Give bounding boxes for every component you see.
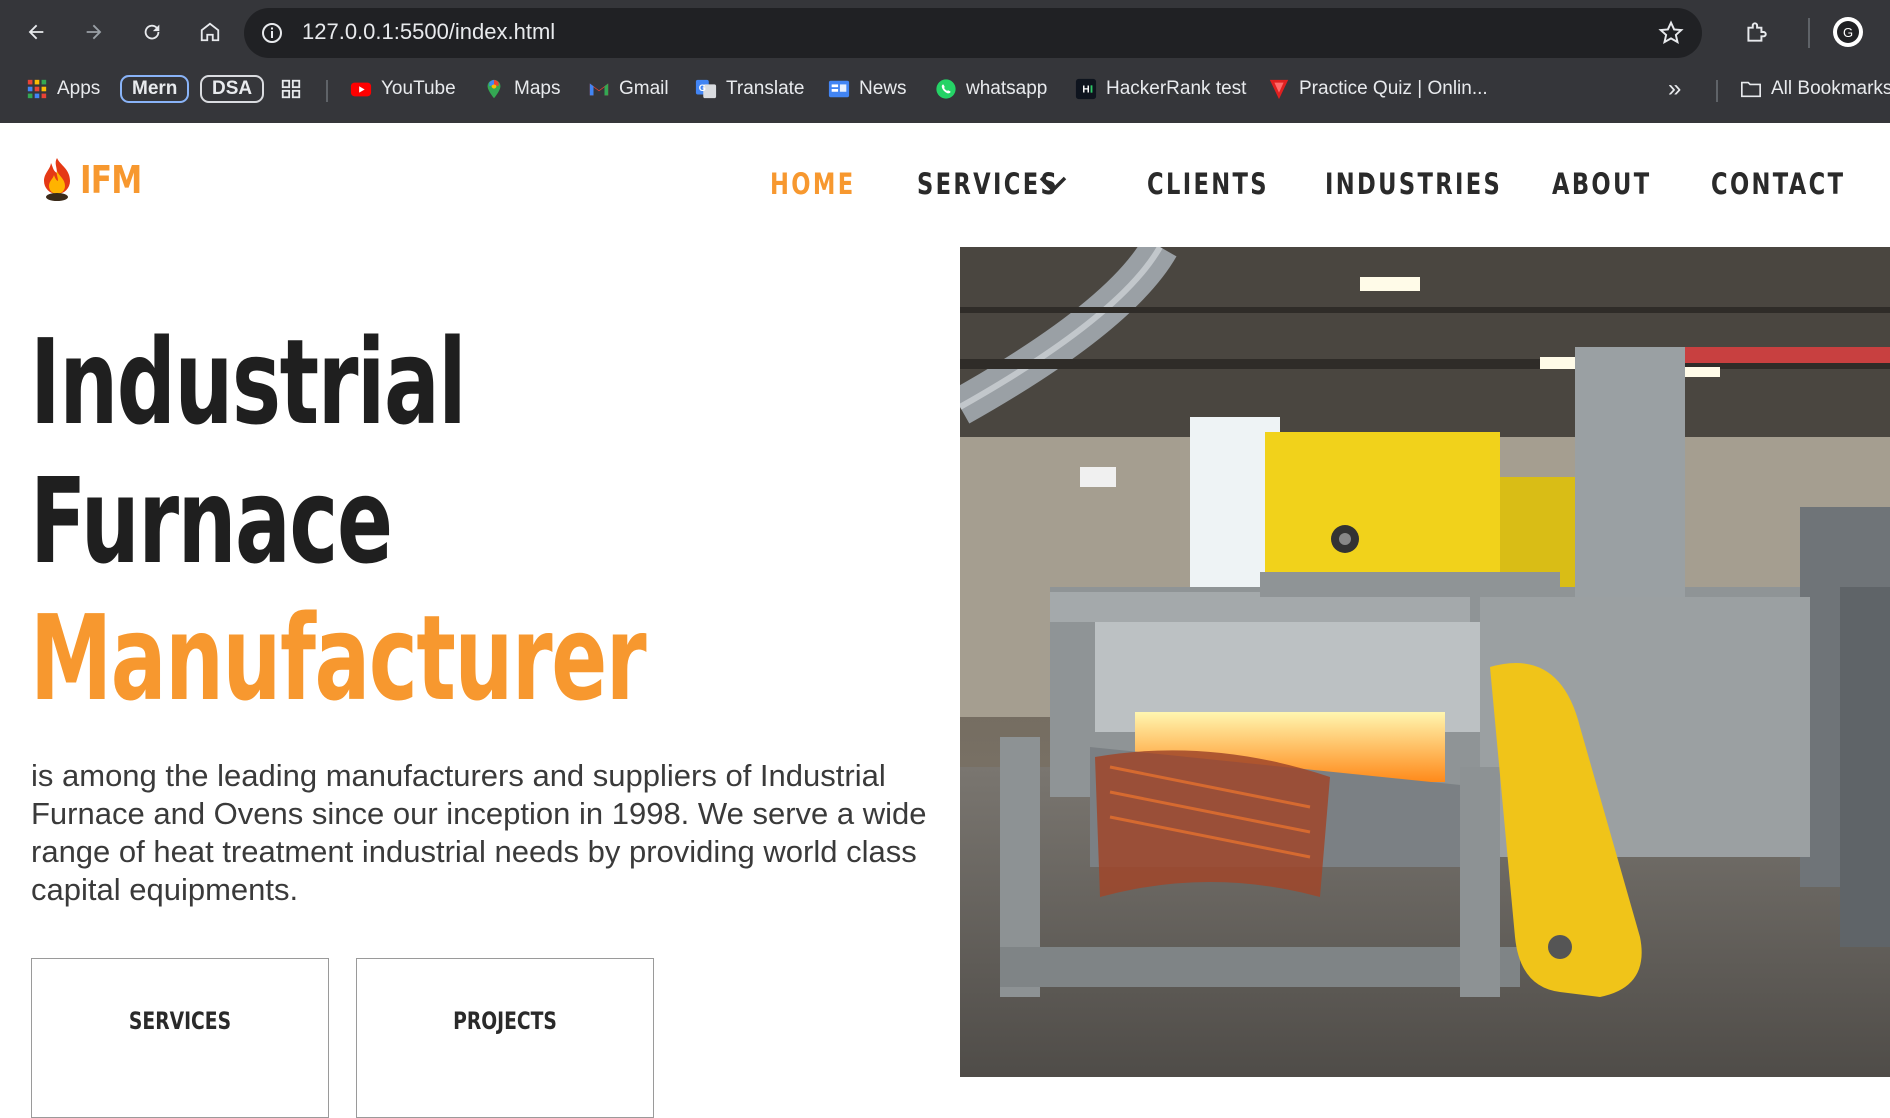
website: IFM HOME SERVICES CLIENTS INDUSTRIES ABO… (0, 123, 1890, 1118)
site-info-icon[interactable] (260, 21, 284, 45)
bookmark-label: News (859, 78, 907, 99)
hero-title-line3: Manufacturer (30, 589, 647, 727)
home-icon (200, 22, 220, 42)
avatar-icon: G (1833, 17, 1863, 47)
news-icon (828, 80, 850, 98)
bookmark-label: All Bookmarks (1771, 78, 1890, 99)
services-button[interactable]: SERVICES (31, 958, 329, 1118)
bookmark-label: Mern (120, 75, 190, 103)
bookmark-mern[interactable]: Mern (120, 74, 190, 104)
url-text[interactable]: 127.0.0.1:5500/index.html (302, 19, 555, 45)
address-bar[interactable]: 127.0.0.1:5500/index.html (244, 8, 1702, 58)
forward-button[interactable] (76, 14, 112, 50)
bookmark-news[interactable]: News (828, 74, 907, 104)
whatsapp-icon (936, 79, 956, 99)
reload-icon (144, 24, 160, 40)
bookmark-label: Maps (514, 78, 561, 99)
nav-about[interactable]: ABOUT (1552, 167, 1651, 201)
gmail-icon (589, 83, 609, 96)
apps-grid-icon (27, 79, 47, 99)
bookmark-label: Practice Quiz | Onlin... (1299, 78, 1488, 99)
hero-furnace-image (960, 247, 1890, 1077)
bookmarks-divider (1716, 80, 1718, 102)
tab-groups-button[interactable] (280, 74, 311, 104)
services-button-label: SERVICES (128, 1007, 232, 1035)
more-bookmarks-button[interactable]: » (1668, 74, 1681, 104)
nav-contact[interactable]: CONTACT (1711, 167, 1845, 201)
projects-button-label: PROJECTS (453, 1007, 557, 1035)
tab-groups-icon (281, 79, 301, 99)
forward-arrow-icon (86, 24, 102, 40)
bookmark-dsa[interactable]: DSA (200, 74, 265, 104)
back-arrow-icon (28, 24, 44, 40)
hackerrank-icon: H (1075, 78, 1097, 100)
bookmark-label: whatsapp (966, 78, 1048, 99)
browser-chrome: 127.0.0.1:5500/index.html G Apps Mern DS… (0, 0, 1890, 123)
projects-button[interactable]: PROJECTS (356, 958, 654, 1118)
bookmark-gmail[interactable]: Gmail (588, 74, 669, 104)
translate-icon: G (695, 79, 717, 99)
quiz-icon (1269, 79, 1289, 100)
nav-home[interactable]: HOME (770, 167, 855, 201)
bookmark-star-icon[interactable] (1658, 20, 1684, 46)
bookmarks-bar: Apps Mern DSA YouTube Maps Gmail G Trans… (0, 64, 1890, 114)
toolbar-divider (1808, 18, 1810, 48)
bookmark-label: DSA (200, 75, 265, 103)
reload-button[interactable] (134, 14, 170, 50)
main-nav: HOME SERVICES CLIENTS INDUSTRIES ABOUT C… (0, 167, 1890, 217)
bookmark-whatsapp[interactable]: whatsapp (935, 74, 1047, 104)
browser-toolbar: 127.0.0.1:5500/index.html G (0, 0, 1890, 64)
hero-title-line1: Industrial (30, 313, 467, 451)
bookmark-label: HackerRank test (1106, 78, 1247, 99)
svg-text:G: G (699, 83, 706, 93)
bookmark-label: Translate (726, 78, 805, 99)
hero-description: is among the leading manufacturers and s… (31, 758, 927, 907)
bookmark-youtube[interactable]: YouTube (350, 74, 456, 104)
home-button[interactable] (192, 14, 228, 50)
bookmark-maps[interactable]: Maps (483, 74, 560, 104)
all-bookmarks-button[interactable]: All Bookmarks (1740, 74, 1890, 104)
nav-clients[interactable]: CLIENTS (1147, 167, 1269, 201)
bookmark-apps[interactable]: Apps (26, 74, 100, 104)
bookmark-label: Apps (57, 78, 101, 99)
maps-icon (487, 79, 501, 99)
bookmark-practice-quiz[interactable]: Practice Quiz | Onlin... (1268, 74, 1488, 104)
svg-text:H: H (1082, 85, 1089, 96)
chevron-double-right-icon: » (1668, 75, 1682, 102)
bookmark-label: YouTube (381, 78, 456, 99)
svg-text:G: G (1843, 25, 1853, 40)
hero-title-line2: Furnace (30, 452, 393, 590)
folder-icon (1741, 81, 1761, 98)
industrial-furnace-illustration (960, 247, 1890, 1077)
youtube-icon (350, 82, 372, 97)
bookmark-hackerrank[interactable]: H HackerRank test (1075, 74, 1246, 104)
back-button[interactable] (18, 14, 54, 50)
chevron-down-icon[interactable] (1038, 173, 1068, 195)
nav-industries[interactable]: INDUSTRIES (1325, 167, 1502, 201)
extensions-button[interactable] (1738, 14, 1774, 50)
bookmark-label: Gmail (619, 78, 669, 99)
bookmarks-divider (326, 80, 328, 102)
bookmark-translate[interactable]: G Translate (695, 74, 805, 104)
profile-button[interactable]: G (1830, 14, 1866, 50)
puzzle-icon (1747, 22, 1767, 42)
